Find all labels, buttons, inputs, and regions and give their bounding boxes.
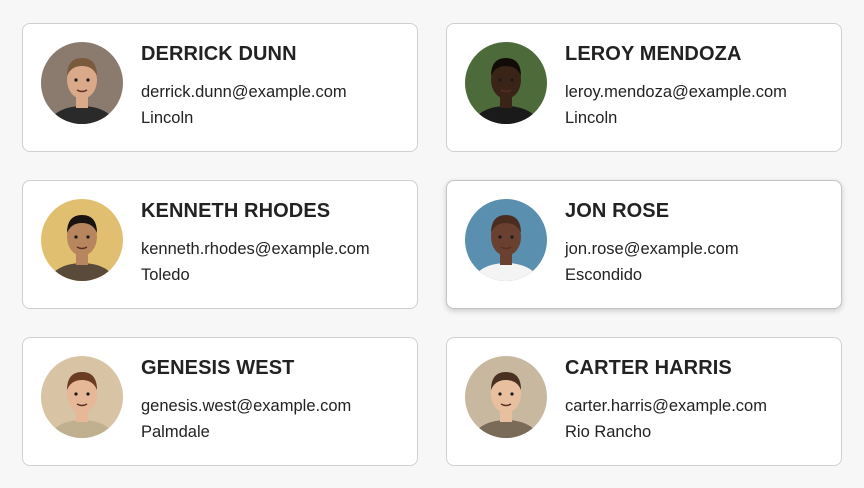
contact-email: jon.rose@example.com bbox=[565, 240, 739, 258]
avatar-photo bbox=[465, 356, 547, 438]
avatar-photo bbox=[41, 199, 123, 281]
contact-card[interactable]: GENESIS WEST genesis.west@example.com Pa… bbox=[22, 337, 418, 466]
avatar bbox=[41, 42, 123, 124]
contact-name: GENESIS WEST bbox=[141, 357, 295, 379]
contact-name: JON ROSE bbox=[565, 200, 670, 222]
contact-city: Palmdale bbox=[141, 423, 210, 441]
contact-email: leroy.mendoza@example.com bbox=[565, 83, 787, 101]
avatar bbox=[465, 199, 547, 281]
contact-email: derrick.dunn@example.com bbox=[141, 83, 347, 101]
contact-city: Lincoln bbox=[565, 109, 618, 127]
contact-email: carter.harris@example.com bbox=[565, 397, 767, 415]
avatar bbox=[41, 356, 123, 438]
contact-name: LEROY MENDOZA bbox=[565, 43, 742, 65]
contact-email: kenneth.rhodes@example.com bbox=[141, 240, 370, 258]
contact-city: Lincoln bbox=[141, 109, 194, 127]
contact-name: KENNETH RHODES bbox=[141, 200, 331, 222]
avatar-photo bbox=[41, 356, 123, 438]
contact-card[interactable]: CARTER HARRIS carter.harris@example.com … bbox=[446, 337, 842, 466]
contact-card[interactable]: JON ROSE jon.rose@example.com Escondido bbox=[446, 180, 842, 309]
avatar bbox=[41, 199, 123, 281]
contact-email: genesis.west@example.com bbox=[141, 397, 352, 415]
contact-card-grid: DERRICK DUNN derrick.dunn@example.com Li… bbox=[22, 23, 842, 466]
contact-city: Escondido bbox=[565, 266, 643, 284]
contact-name: CARTER HARRIS bbox=[565, 357, 732, 379]
avatar-photo bbox=[41, 42, 123, 124]
contact-city: Toledo bbox=[141, 266, 190, 284]
avatar bbox=[465, 356, 547, 438]
contact-card[interactable]: KENNETH RHODES kenneth.rhodes@example.co… bbox=[22, 180, 418, 309]
avatar-photo bbox=[465, 42, 547, 124]
contact-card[interactable]: LEROY MENDOZA leroy.mendoza@example.com … bbox=[446, 23, 842, 152]
contact-city: Rio Rancho bbox=[565, 423, 652, 441]
contact-card[interactable]: DERRICK DUNN derrick.dunn@example.com Li… bbox=[22, 23, 418, 152]
avatar-photo bbox=[465, 199, 547, 281]
avatar bbox=[465, 42, 547, 124]
contact-name: DERRICK DUNN bbox=[141, 43, 297, 65]
